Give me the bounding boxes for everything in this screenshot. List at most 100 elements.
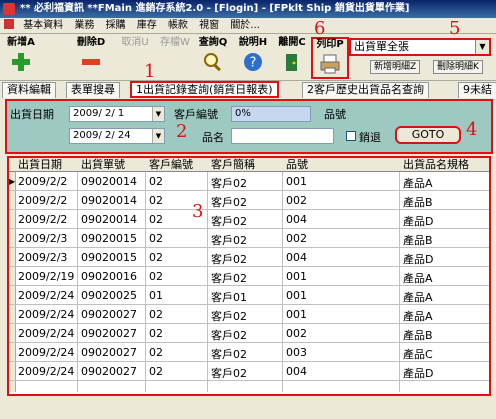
cell-customer-no: 02 — [149, 327, 163, 340]
query-button-label: 查詢Q — [198, 37, 228, 48]
customer-field[interactable]: 0% — [231, 106, 311, 122]
date-from-value: 2009/ 2/ 1 — [73, 108, 125, 119]
help-button[interactable]: 說明H ? — [234, 37, 272, 79]
cell-customer-name: 客戶02 — [211, 253, 247, 266]
col-product-no[interactable]: 品號 — [286, 158, 308, 172]
window-title: ** 必利福資訊 **FMain 進銷存系統2.0 - [Flogin] - [… — [20, 3, 410, 14]
current-row-pointer-icon: ▶ — [9, 177, 16, 186]
table-row[interactable]: 2009/2/24 09020027 02 客戶02 003 產品C — [9, 344, 489, 362]
printer-icon — [320, 54, 340, 74]
menu-sales[interactable]: 業務 — [74, 20, 94, 31]
cell-customer-no: 02 — [149, 175, 163, 188]
date-from-dropdown-icon[interactable]: ▼ — [152, 107, 164, 121]
cell-product-no: 001 — [286, 175, 307, 188]
add-detail-button[interactable]: 新增明細Z — [370, 60, 421, 74]
col-customer-no[interactable]: 客戶編號 — [149, 158, 193, 172]
cell-customer-no: 02 — [149, 213, 163, 226]
window-title-bar: ** 必利福資訊 **FMain 進銷存系統2.0 - [Flogin] - [… — [0, 0, 496, 18]
table-row[interactable]: 2009/2/3 09020015 02 客戶02 002 產品B — [9, 230, 489, 248]
goto-button[interactable]: GOTO — [395, 126, 461, 144]
table-row[interactable]: 2009/2/3 09020015 02 客戶02 004 產品D — [9, 249, 489, 267]
cell-customer-no: 02 — [149, 346, 163, 359]
cell-customer-no: 02 — [149, 251, 163, 264]
help-button-label: 說明H — [238, 37, 268, 48]
cancel-button-label: 取消U — [121, 37, 149, 48]
menu-about[interactable]: 關於... — [230, 20, 260, 31]
return-checkbox[interactable] — [346, 131, 356, 141]
delete-button-label: 刪除D — [76, 37, 106, 48]
col-customer-name[interactable]: 客戶簡稱 — [211, 158, 255, 172]
print-button[interactable]: 列印P — [311, 37, 349, 79]
annotation-marker: 6 — [314, 18, 326, 39]
table-row[interactable]: 2009/2/24 09020027 02 客戶02 002 產品B — [9, 325, 489, 343]
cell-product-no: 002 — [286, 194, 307, 207]
cell-product-spec: 產品B — [403, 329, 433, 342]
table-row[interactable]: 2009/2/24 09020027 02 客戶02 004 產品D — [9, 363, 489, 381]
cell-date: 2009/2/24 — [18, 327, 75, 340]
cell-product-spec: 產品A — [403, 310, 433, 323]
cell-customer-name: 客戶02 — [211, 367, 247, 380]
cell-order-no: 09020027 — [81, 327, 137, 340]
cell-customer-name: 客戶01 — [211, 291, 247, 304]
date-to-field[interactable]: 2009/ 2/ 24 ▼ — [69, 128, 165, 144]
menu-window[interactable]: 視窗 — [199, 20, 219, 31]
tab-shipment-query[interactable]: 1出貨記錄查詢(銷貨日報表) — [130, 81, 279, 98]
menu-accounts[interactable]: 帳款 — [168, 20, 188, 31]
add-button[interactable]: 新增A — [2, 37, 40, 79]
delete-button[interactable]: 刪除D — [72, 37, 110, 79]
table-row[interactable]: 2009/2/2 09020014 02 客戶02 002 產品B — [9, 192, 489, 210]
chevron-down-icon[interactable]: ▼ — [475, 40, 489, 54]
date-from-field[interactable]: 2009/ 2/ 1 ▼ — [69, 106, 165, 122]
cell-product-no: 004 — [286, 365, 307, 378]
report-select-value: 出貨單全張 — [354, 40, 409, 53]
horizontal-scrollbar[interactable] — [0, 398, 496, 419]
table-row[interactable]: 2009/2/2 09020014 02 客戶02 004 產品D — [9, 211, 489, 229]
col-product-spec[interactable]: 出貨品名規格 — [403, 158, 469, 172]
cell-order-no: 09020014 — [81, 194, 137, 207]
report-select[interactable]: 出貨單全張 ▼ — [349, 38, 491, 56]
cell-date: 2009/2/24 — [18, 308, 75, 321]
cell-date: 2009/2/19 — [18, 270, 75, 283]
cell-product-spec: 產品D — [403, 215, 434, 228]
cell-order-no: 09020025 — [81, 289, 137, 302]
annotation-marker: 1 — [144, 61, 156, 82]
tab-customer-history[interactable]: 2客戶歷史出貨品名查詢 — [302, 82, 429, 98]
tab-data-edit[interactable]: 資料編輯 — [2, 82, 56, 98]
tab-form-search[interactable]: 表單搜尋 — [66, 82, 120, 98]
date-to-value: 2009/ 2/ 24 — [73, 130, 131, 141]
table-row[interactable]: 2009/2/24 09020025 01 客戶01 001 產品A — [9, 287, 489, 305]
cell-order-no: 09020015 — [81, 232, 137, 245]
menu-purchase[interactable]: 採購 — [106, 20, 126, 31]
table-row[interactable]: ▶ 2009/2/2 09020014 02 客戶02 001 產品A — [9, 173, 489, 191]
date-to-dropdown-icon[interactable]: ▼ — [152, 129, 164, 143]
product-name-field[interactable] — [231, 128, 334, 144]
delete-detail-button[interactable]: 刪除明細K — [433, 60, 483, 74]
magnifier-icon — [204, 53, 221, 72]
col-order-no[interactable]: 出貨單號 — [81, 158, 125, 172]
exit-button[interactable]: 離開C — [273, 37, 311, 79]
help-icon: ? — [244, 53, 262, 71]
cell-date: 2009/2/3 — [18, 232, 68, 245]
query-button[interactable]: 查詢Q — [194, 37, 232, 79]
add-button-label: 新增A — [7, 37, 35, 48]
cell-order-no: 09020015 — [81, 251, 137, 264]
table-row[interactable]: 2009/2/19 09020016 02 客戶02 001 產品A — [9, 268, 489, 286]
col-date[interactable]: 出貨日期 — [18, 158, 62, 172]
product-no-field[interactable] — [354, 106, 464, 122]
save-button[interactable]: 存檔W — [156, 37, 194, 79]
tab-bar: 資料編輯 表單搜尋 1出貨記錄查詢(銷貨日報表) 2客戶歷史出貨品名查詢 9未結 — [0, 81, 496, 98]
cell-product-no: 003 — [286, 346, 307, 359]
cell-order-no: 09020016 — [81, 270, 137, 283]
cell-customer-name: 客戶02 — [211, 272, 247, 285]
cell-order-no: 09020014 — [81, 213, 137, 226]
cell-product-spec: 產品A — [403, 291, 433, 304]
menu-basic-data[interactable]: 基本資料 — [23, 20, 63, 31]
menu-inventory[interactable]: 庫存 — [137, 20, 157, 31]
cell-date: 2009/2/24 — [18, 346, 75, 359]
table-row[interactable]: 2009/2/24 09020027 02 客戶02 001 產品A — [9, 306, 489, 324]
tab-unsettled[interactable]: 9未結 — [458, 82, 496, 98]
cell-order-no: 09020027 — [81, 308, 137, 321]
cell-customer-no: 02 — [149, 270, 163, 283]
cell-customer-name: 客戶02 — [211, 310, 247, 323]
cell-product-no: 002 — [286, 232, 307, 245]
